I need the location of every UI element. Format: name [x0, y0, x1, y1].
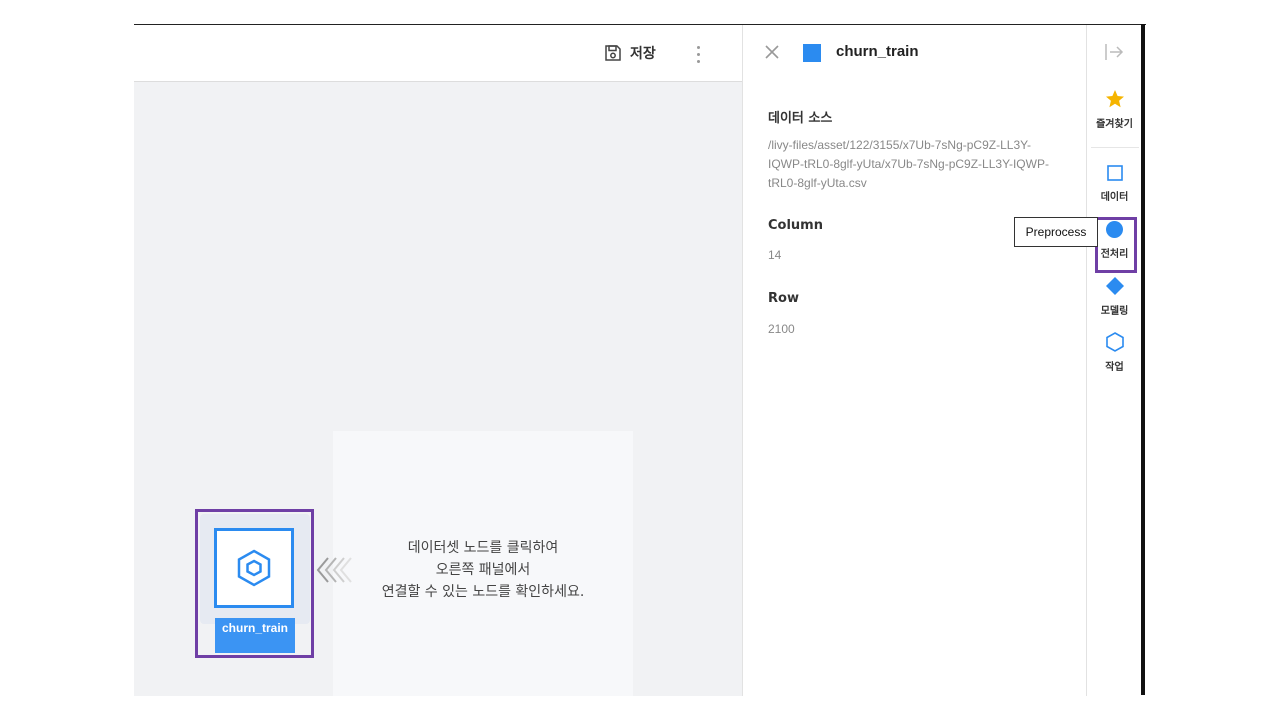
data-source-path: /livy-files/asset/122/3155/x7Ub-7sNg-pC9…	[768, 136, 1049, 193]
dot	[696, 45, 700, 49]
dot	[696, 59, 700, 63]
row-heading: Row	[768, 291, 799, 306]
rail-item-modeling[interactable]: 모델링	[1087, 276, 1142, 317]
hint-line: 데이터셋 노드를 클릭하여	[407, 540, 559, 556]
node-detail-panel: churn_train 데이터 소스 /livy-files/asset/122…	[742, 25, 1086, 696]
hint-text: 데이터셋 노드를 클릭하여 오른쪽 패널에서 연결할 수 있는 노드를 확인하세…	[333, 537, 633, 603]
node-highlight-frame	[195, 509, 314, 658]
editor-toolbar: 저장	[134, 25, 742, 82]
rail-item-label: 즐겨찾기	[1096, 119, 1133, 130]
panel-title: churn_train	[836, 43, 919, 60]
workflow-editor: 저장 데이터셋 노드를 클릭하여 오른쪽 패널에서 연결할 수 있는 노드를 확…	[134, 24, 1146, 696]
row-value: 2100	[768, 322, 795, 336]
circle-icon	[1106, 221, 1123, 238]
path-line: IQWP-tRL0-8glf-yUta/x7Ub-7sNg-pC9Z-LL3Y-…	[768, 157, 1049, 171]
column-heading: Column	[768, 218, 823, 233]
right-sidebar: 즐겨찾기 데이터 전처리 모델링 작업	[1086, 25, 1141, 696]
diamond-icon	[1105, 277, 1124, 295]
rail-item-favorites[interactable]: 즐겨찾기	[1087, 89, 1142, 130]
chevron-left-arrows-icon	[316, 557, 352, 583]
dataset-square-icon	[803, 44, 821, 62]
dot	[696, 52, 700, 56]
floppy-disk-icon	[605, 45, 621, 61]
more-options-button[interactable]	[690, 41, 706, 67]
path-line: tRL0-8glf-yUta.csv	[768, 176, 867, 190]
hint-card: 데이터셋 노드를 클릭하여 오른쪽 패널에서 연결할 수 있는 노드를 확인하세…	[333, 431, 633, 696]
rail-item-data[interactable]: 데이터	[1087, 164, 1142, 203]
workflow-canvas[interactable]: 데이터셋 노드를 클릭하여 오른쪽 패널에서 연결할 수 있는 노드를 확인하세…	[134, 82, 742, 696]
rail-item-label: 데이터	[1100, 192, 1129, 203]
hint-line: 오른쪽 패널에서	[435, 562, 531, 578]
tooltip: Preprocess	[1014, 217, 1098, 247]
close-icon[interactable]	[763, 43, 781, 61]
rail-item-label: 모델링	[1100, 306, 1129, 317]
rail-divider	[1091, 147, 1139, 148]
path-line: /livy-files/asset/122/3155/x7Ub-7sNg-pC9…	[768, 138, 1032, 152]
save-button[interactable]: 저장	[604, 41, 656, 65]
rail-item-label: 전처리	[1100, 249, 1129, 260]
hint-line: 연결할 수 있는 노드를 확인하세요.	[381, 584, 585, 600]
save-label: 저장	[630, 46, 656, 62]
data-source-heading: 데이터 소스	[768, 111, 833, 126]
column-value: 14	[768, 248, 782, 262]
square-icon	[1106, 165, 1123, 181]
rail-item-label: 작업	[1105, 362, 1124, 373]
window-edge	[1141, 24, 1145, 695]
star-icon	[1105, 90, 1124, 108]
rail-item-task[interactable]: 작업	[1087, 332, 1142, 373]
hexagon-icon	[1105, 332, 1124, 352]
collapse-panel-icon[interactable]	[1104, 43, 1124, 61]
